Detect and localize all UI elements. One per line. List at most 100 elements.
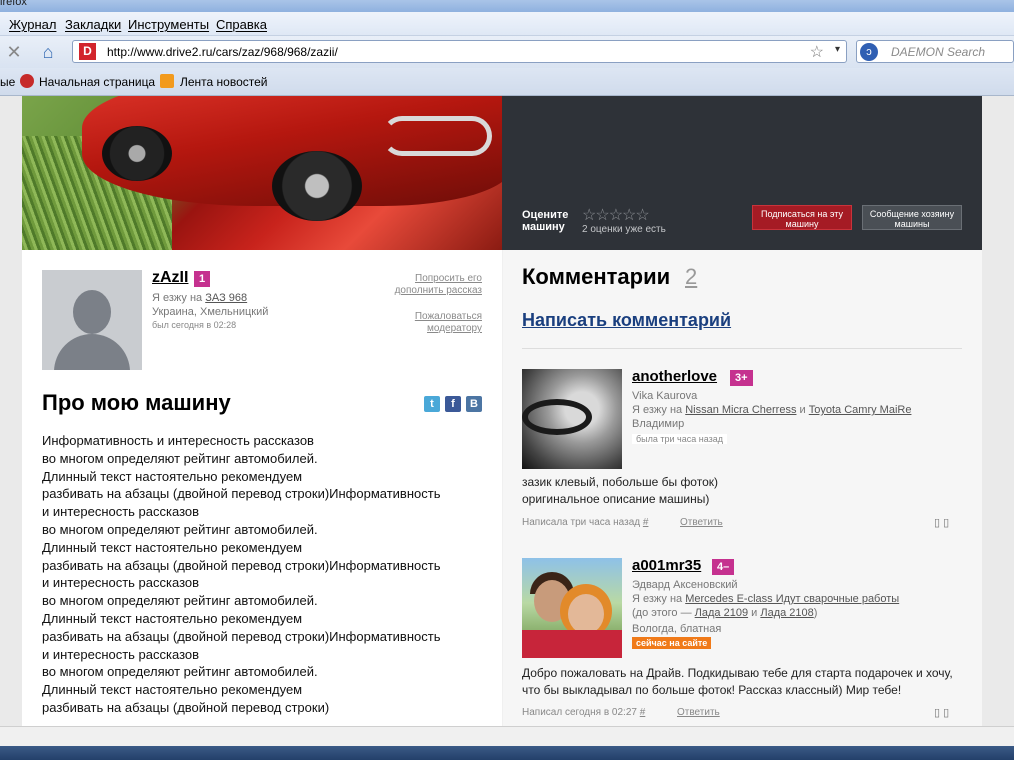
conjunction: и [751,607,758,619]
last-seen: был сегодня в 02:28 [152,320,237,330]
story-line: и интересность рассказов [42,504,200,520]
comment-line: зазик клевый, побольше бы фоток) [522,475,719,489]
menu-tools[interactable]: Инструменты [128,17,209,32]
avatar-person-face [568,594,604,634]
search-engine-icon[interactable]: ↄ [860,43,878,61]
avatar-sunglasses-shape [522,399,592,435]
comment-drives-line: Я езжу на Nissan Micra Cherress и Toyota… [632,404,911,416]
twitter-icon[interactable]: t [424,396,440,412]
story-line: разбивать на абзацы (двойной перевод стр… [42,628,441,644]
window-titlebar: irefox [0,0,1014,12]
car-link[interactable]: Mercedes E-class Идут сварочные работы [685,593,899,605]
url-text[interactable]: http://www.drive2.ru/cars/zaz/968/968/za… [107,45,338,59]
message-owner-button[interactable]: Сообщение хозяину машины [862,205,962,230]
story-line: Длинный текст настоятельно рекомендуем [42,610,303,626]
username-link[interactable]: zAzII [152,269,188,287]
avatar[interactable] [42,270,142,370]
rating-badge: 1 [194,271,211,287]
avatar-head [73,290,111,334]
status-bar [0,726,1014,746]
report-link-line1[interactable]: Пожаловаться [415,311,482,323]
comment-line: Добро пожаловать на Драйв. Подкидываю те… [522,666,953,680]
menu-bookmarks[interactable]: Закладки [65,17,121,32]
story-line: Информативность и интересность рассказов [42,433,314,448]
previous-suffix: ) [813,607,818,619]
search-bar[interactable]: ↄ DAEMON Search [856,40,1014,63]
comment-avatar[interactable] [522,558,622,658]
bookmark-homepage[interactable]: Начальная страница [39,75,155,89]
search-input[interactable]: DAEMON Search [891,45,985,59]
vkontakte-icon[interactable]: В [466,396,482,412]
page: Оцените машину ☆☆☆☆☆ 2 оценки уже есть П… [22,96,982,726]
comment-meta: Написала три часа назад # [522,517,648,528]
comment-date: Написала три часа назад [522,517,641,528]
page-gutter-left [0,96,22,726]
comment-city: Владимир [632,418,685,430]
comment-text: Добро пожаловать на Драйв. Подкидываю те… [522,665,967,699]
ask-more-link-line1[interactable]: Попросить его [415,273,482,285]
car-photo[interactable] [22,96,502,250]
comment-line: что бы выкладывал по больше фоток! Расск… [522,683,902,697]
comments-count[interactable]: 2 [685,264,697,290]
menu-help[interactable]: Справка [216,17,267,32]
report-link-line2[interactable]: модератору [427,323,482,335]
car-link[interactable]: ЗАЗ 968 [205,292,247,304]
url-dropdown-icon[interactable]: ▾ [835,44,840,55]
story-line: во многом определяют рейтинг автомобилей… [42,593,318,609]
story-text: Информативность и интересность рассказов… [42,432,502,717]
rating-count: 2 оценки уже есть [582,224,666,235]
story-line: во многом определяют рейтинг автомобилей… [42,521,318,537]
story-line: Длинный текст настоятельно рекомендуем [42,468,303,484]
ask-more-link-line2[interactable]: дополнить рассказ [395,285,482,297]
car-link[interactable]: Лада 2109 [695,607,748,619]
comment-avatar[interactable] [522,369,622,469]
home-icon[interactable]: ⌂ [38,42,58,62]
bookmark-partial[interactable]: ые [0,75,15,89]
comment-permalink[interactable]: # [643,517,649,528]
write-comment-link[interactable]: Написать комментарий [522,310,731,331]
comment-previous-cars: (до этого — Лада 2109 и Лада 2108) [632,607,817,619]
comment-realname: Vika Kaurova [632,390,698,402]
comment-date: Написал сегодня в 02:27 [522,707,637,718]
subscribe-button[interactable]: Подписаться на эту машину [752,205,852,230]
comment-actions-icon[interactable]: ▯ ▯ [934,706,949,719]
story-line: во многом определяют рейтинг автомобилей… [42,450,318,466]
bookmark-news-feed[interactable]: Лента новостей [180,75,268,89]
about-title: Про мою машину [42,390,231,415]
story-line: Длинный текст настоятельно рекомендуем [42,682,303,698]
site-favicon-icon: D [79,43,96,60]
rss-icon [160,74,174,88]
comment-actions-icon[interactable]: ▯ ▯ [934,516,949,529]
comment-badge: 4– [712,559,735,575]
photo-wheel-front [102,126,172,181]
story-line: разбивать на абзацы (двойной перевод стр… [42,699,330,715]
car-link[interactable]: Nissan Micra Cherress [685,404,796,416]
comment-permalink[interactable]: # [640,707,646,718]
comment-meta: Написал сегодня в 02:27 # [522,707,645,718]
comment-badge: 3+ [730,370,753,386]
rating-stars-icon[interactable]: ☆☆☆☆☆ [582,205,650,225]
comment-last-seen: была три часа назад [632,434,727,444]
location: Украина, Хмельницкий [152,306,269,318]
reply-link[interactable]: Ответить [680,517,723,528]
car-link[interactable]: Лада 2108 [760,607,813,619]
window-title: irefox [0,0,27,8]
stop-icon[interactable]: ✕ [4,42,24,62]
story-line: разбивать на абзацы (двойной перевод стр… [42,486,441,502]
bookmark-star-icon[interactable]: ☆ [810,42,824,62]
photo-wheel-rear [272,151,362,221]
reply-link[interactable]: Ответить [677,707,720,718]
avatar-shirt [522,630,622,658]
menu-history[interactable]: Журнал [9,17,56,32]
story-line: и интересность рассказов [42,646,200,662]
comment-username[interactable]: a001mr35 [632,557,701,574]
url-bar[interactable]: D http://www.drive2.ru/cars/zaz/968/968/… [72,40,847,63]
facebook-icon[interactable]: f [445,396,461,412]
comment-username[interactable]: anotherlove [632,368,717,385]
bookmarks-toolbar: ые Начальная страница Лента новостей [0,68,1014,96]
comment-realname: Эдвард Аксеновский [632,579,738,591]
conjunction: и [799,404,806,416]
column-divider [502,250,503,726]
car-link[interactable]: Toyota Camry MaiRe [809,404,912,416]
drives-prefix: Я езжу на [152,292,203,304]
